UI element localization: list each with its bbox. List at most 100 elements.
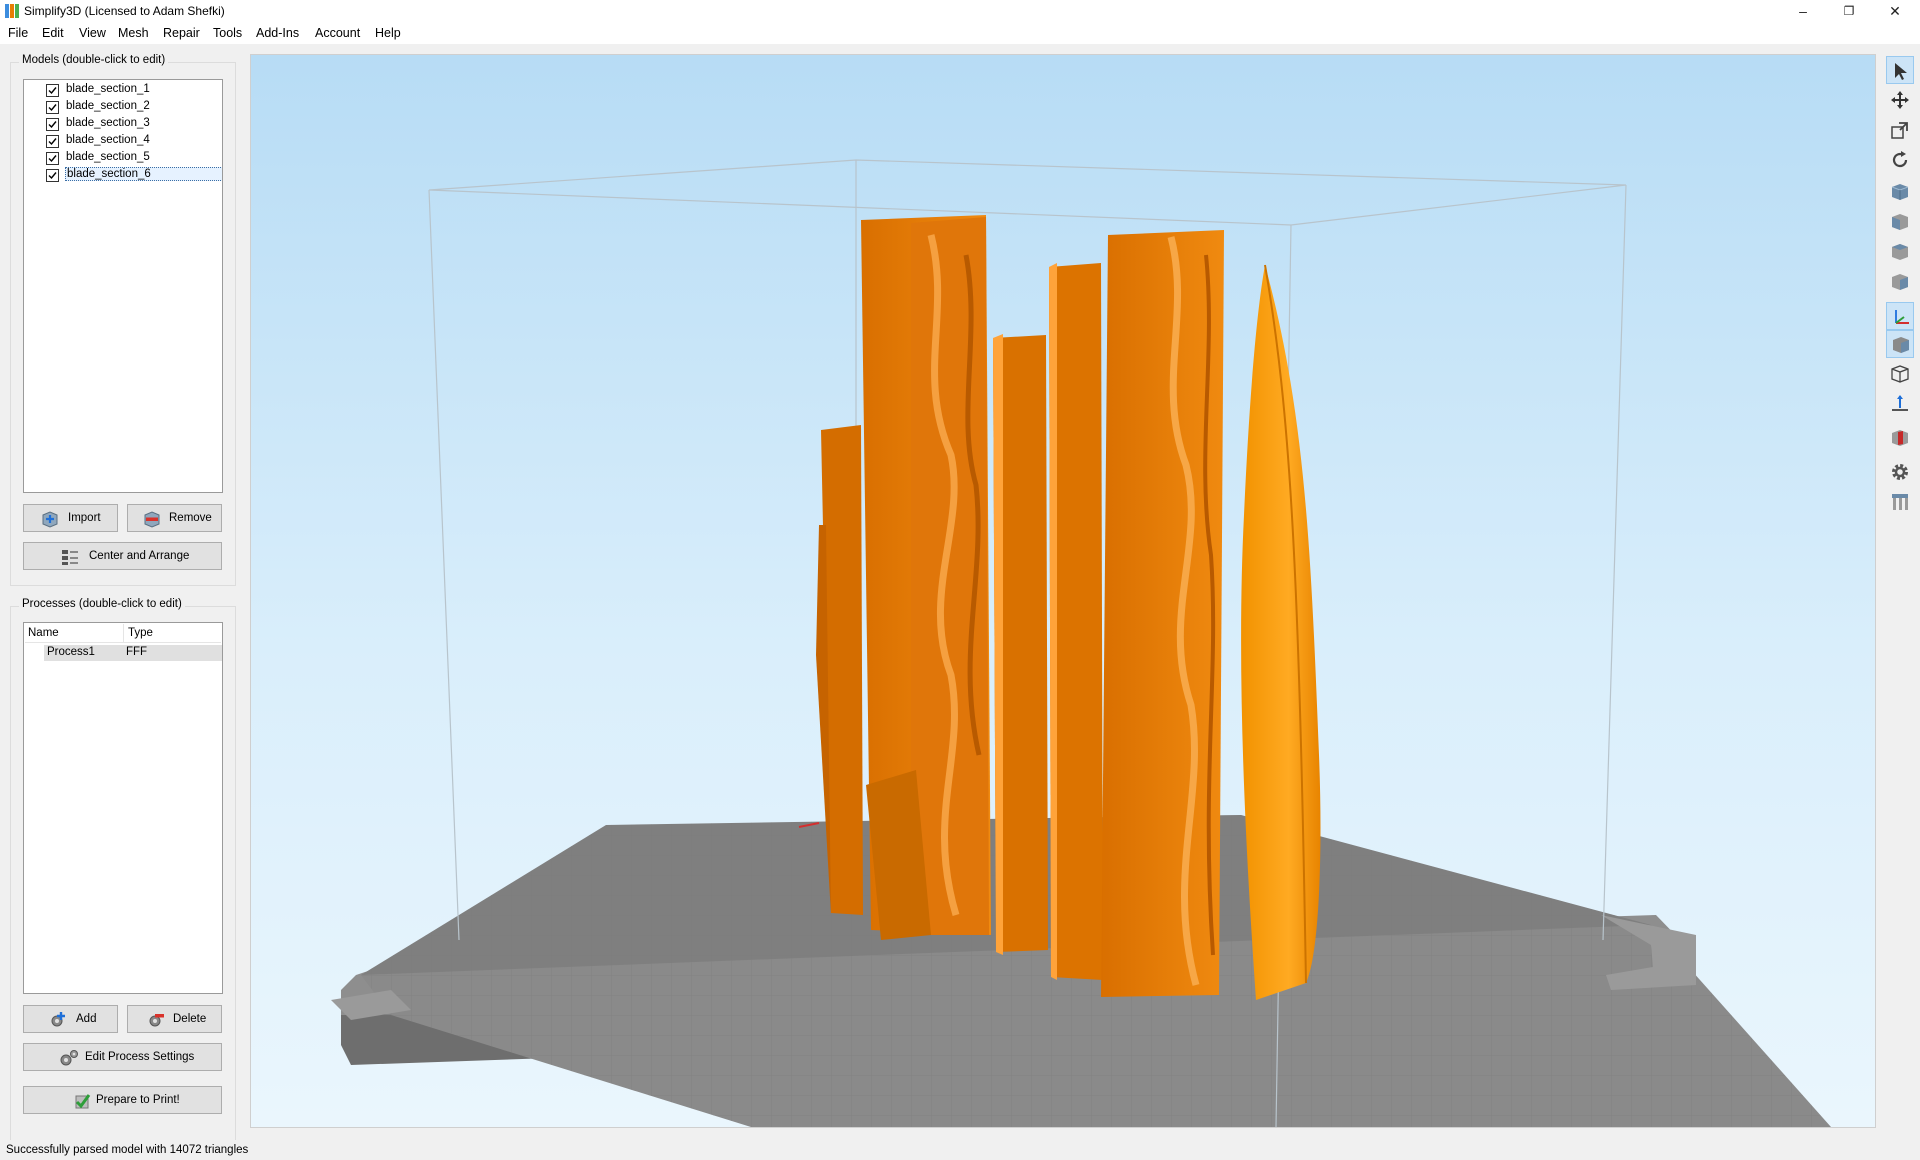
center-and-arrange-label: Center and Arrange [89, 550, 190, 562]
view-side-cube-icon [1892, 274, 1908, 290]
cross-section-icon [1892, 430, 1908, 446]
menu-bar: File Edit View Mesh Repair Tools Add-Ins… [0, 22, 1920, 44]
3d-viewport[interactable] [250, 54, 1876, 1128]
model-checkbox[interactable] [46, 169, 59, 182]
toggle-solid-button[interactable] [1886, 330, 1914, 358]
restore-button[interactable]: ❐ [1826, 0, 1872, 22]
checkmark-icon [48, 155, 57, 163]
prepare-to-print-button[interactable]: Prepare to Print! [23, 1086, 222, 1114]
model-checkbox[interactable] [46, 101, 59, 114]
model-checkbox[interactable] [46, 84, 59, 97]
model-item-blade-section-4[interactable]: blade_section_4 [46, 133, 222, 149]
select-tool-button[interactable] [1886, 56, 1914, 84]
checkmark-icon [48, 172, 57, 180]
delete-gear-icon [149, 1014, 164, 1027]
menu-repair[interactable]: Repair [163, 26, 200, 40]
model-item-blade-section-6[interactable]: blade_section_6 [46, 167, 222, 183]
view-side-button[interactable] [1886, 268, 1914, 296]
table-row[interactable]: Process1 FFF [44, 645, 222, 661]
view-toolbar [1880, 54, 1920, 1126]
rotate-tool-button[interactable] [1886, 146, 1914, 174]
processes-group: Processes (double-click to edit) Name Ty… [10, 598, 236, 1158]
processes-group-title: Processes (double-click to edit) [19, 598, 185, 610]
prepare-to-print-label: Prepare to Print! [96, 1094, 180, 1106]
checkmark-icon [48, 87, 57, 95]
import-button[interactable]: Import [23, 504, 118, 532]
view-default-button[interactable] [1886, 178, 1914, 206]
add-process-label: Add [76, 1013, 97, 1025]
cross-section-button[interactable] [1886, 424, 1914, 452]
menu-tools[interactable]: Tools [213, 26, 242, 40]
processes-table-header: Name Type [25, 624, 221, 643]
remove-cube-icon [144, 511, 160, 528]
add-gear-icon [51, 1012, 65, 1027]
view-default-cube-icon [1891, 184, 1909, 200]
menu-add-ins[interactable]: Add-Ins [256, 26, 299, 40]
model-item-blade-section-1[interactable]: blade_section_1 [46, 82, 222, 98]
column-header-type[interactable]: Type [128, 627, 153, 639]
simplify3d-logo-icon [5, 4, 19, 18]
checkmark-icon [48, 138, 57, 146]
status-text: Successfully parsed model with 14072 tri… [6, 1144, 249, 1156]
menu-edit[interactable]: Edit [42, 26, 64, 40]
scale-tool-button[interactable] [1886, 116, 1914, 144]
menu-account[interactable]: Account [315, 26, 360, 40]
column-header-name[interactable]: Name [28, 627, 59, 639]
process-name: Process1 [47, 646, 95, 658]
scene-svg [331, 159, 1831, 1127]
checkmark-icon [48, 104, 57, 112]
menu-file[interactable]: File [8, 26, 28, 40]
supports-button[interactable] [1886, 488, 1914, 516]
model-checkbox[interactable] [46, 135, 59, 148]
view-front-button[interactable] [1886, 208, 1914, 236]
rotate-icon [1892, 151, 1908, 168]
model-label: blade_section_4 [66, 134, 150, 146]
view-top-cube-icon [1892, 244, 1908, 260]
model-checkbox[interactable] [46, 152, 59, 165]
add-process-button[interactable]: Add [23, 1005, 118, 1033]
edit-process-settings-button[interactable]: Edit Process Settings [23, 1043, 222, 1071]
select-cursor-icon [1895, 63, 1907, 80]
model-item-blade-section-3[interactable]: blade_section_3 [46, 116, 222, 132]
menu-view[interactable]: View [79, 26, 106, 40]
minimize-button[interactable]: – [1780, 0, 1826, 22]
model-checkbox[interactable] [46, 118, 59, 131]
models-list[interactable]: blade_section_1 blade_section_2 blade_se… [23, 79, 223, 493]
model-label: blade_section_5 [66, 151, 150, 163]
center-and-arrange-button[interactable]: Center and Arrange [23, 542, 222, 570]
axes-icon [1895, 310, 1909, 324]
delete-process-label: Delete [173, 1013, 207, 1025]
move-icon [1891, 91, 1909, 109]
view-top-button[interactable] [1886, 238, 1914, 266]
toggle-axes-button[interactable] [1886, 302, 1914, 330]
menu-help[interactable]: Help [375, 26, 401, 40]
title-bar: Simplify3D (Licensed to Adam Shefki) – ❐… [0, 0, 1920, 22]
processes-table[interactable]: Name Type Process1 FFF [23, 622, 223, 994]
model-label: blade_section_3 [66, 117, 150, 129]
scale-icon [1891, 122, 1908, 139]
build-direction-button[interactable] [1886, 390, 1914, 418]
remove-button[interactable]: Remove [127, 504, 222, 532]
model-label: blade_section_6 [65, 167, 222, 181]
supports-icon [1892, 494, 1908, 510]
status-bar: Successfully parsed model with 14072 tri… [0, 1140, 1920, 1160]
gear-icon [1892, 464, 1908, 480]
menu-mesh[interactable]: Mesh [118, 26, 149, 40]
import-cube-icon [42, 511, 58, 528]
model-item-blade-section-2[interactable]: blade_section_2 [46, 99, 222, 115]
edit-process-settings-label: Edit Process Settings [85, 1051, 195, 1063]
prepare-checkmark-icon [75, 1094, 91, 1109]
process-type: FFF [126, 646, 148, 658]
model-label: blade_section_2 [66, 100, 150, 112]
settings-button[interactable] [1886, 458, 1914, 486]
close-button[interactable]: ✕ [1872, 0, 1918, 22]
delete-process-button[interactable]: Delete [127, 1005, 222, 1033]
import-label: Import [68, 512, 101, 524]
move-tool-button[interactable] [1886, 86, 1914, 114]
window-title: Simplify3D (Licensed to Adam Shefki) [24, 4, 225, 18]
toggle-wireframe-button[interactable] [1886, 360, 1914, 388]
solid-cube-icon [1893, 337, 1909, 353]
model-item-blade-section-5[interactable]: blade_section_5 [46, 150, 222, 166]
model-label: blade_section_1 [66, 83, 150, 95]
models-group: Models (double-click to edit) blade_sect… [10, 54, 236, 586]
